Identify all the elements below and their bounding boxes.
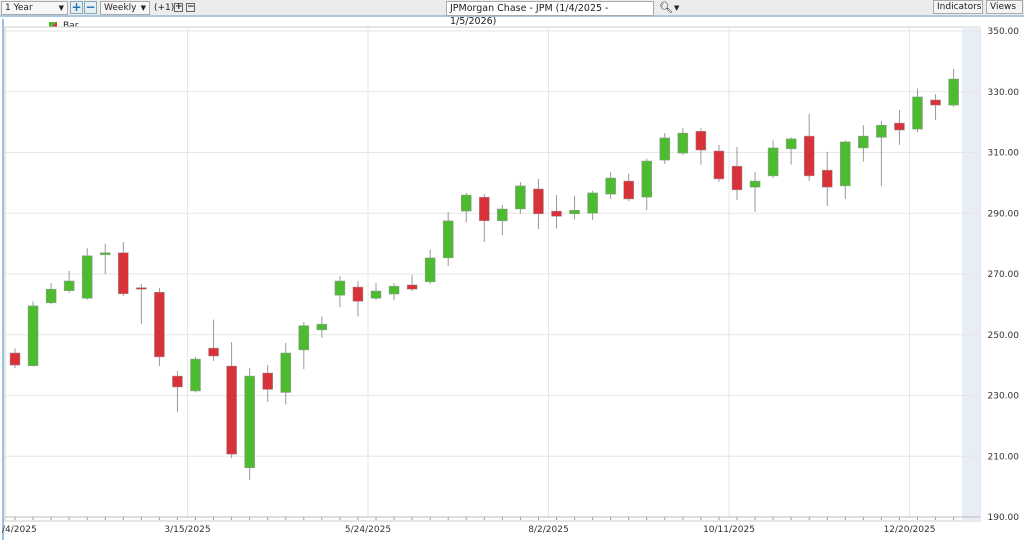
candle-body: [785, 138, 797, 150]
y-tick-label: 330.00: [988, 88, 1020, 98]
interval-value: Weekly: [104, 3, 137, 13]
candle-body: [190, 358, 201, 392]
y-tick-label: 310.00: [988, 149, 1020, 159]
candle-body: [63, 280, 75, 291]
candle-body: [803, 135, 815, 177]
chevron-down-icon: ▼: [140, 4, 146, 12]
chevron-down-icon: ▼: [58, 4, 64, 12]
candle-body: [352, 286, 364, 302]
candle-body: [81, 255, 93, 299]
candle-body: [587, 192, 598, 214]
candle-body: [45, 288, 57, 304]
candle-body: [406, 284, 418, 290]
y-tick-label: 250.00: [988, 331, 1020, 341]
indicators-button[interactable]: Indicators: [933, 0, 983, 14]
x-tick-label: 8/2/2025: [528, 525, 568, 535]
candle-body: [515, 185, 526, 210]
offset-plus-button[interactable]: +: [174, 3, 183, 12]
search-icon[interactable]: 🔍︎: [659, 1, 673, 14]
candle-body: [623, 180, 634, 200]
x-tick-label: 3/15/2025: [164, 525, 210, 535]
candle-body: [442, 220, 454, 259]
price-chart[interactable]: 350.00 330.00 310.00 290.00 270.00 250.00 230.…: [0, 19, 1024, 540]
zoom-out-button[interactable]: −: [84, 1, 97, 14]
offset-label: (+1): [154, 3, 175, 13]
candle-body: [713, 150, 725, 180]
candle-body: [388, 285, 400, 295]
candle-body: [551, 210, 562, 217]
offset-minus-button[interactable]: −: [186, 3, 195, 12]
candle-body: [100, 252, 111, 256]
candle-body: [208, 347, 219, 357]
candle-body: [840, 141, 851, 187]
candle-body: [136, 287, 147, 290]
candle-body: [424, 257, 436, 283]
candle-body: [731, 165, 743, 191]
candle-body: [9, 352, 21, 366]
indicators-label: Indicators: [937, 2, 982, 12]
candle-body: [677, 132, 689, 154]
candle-body: [461, 194, 472, 212]
candle-body: [118, 252, 129, 294]
interval-select[interactable]: Weekly ▼: [100, 1, 150, 15]
candle-body: [876, 124, 887, 138]
candle-body: [280, 352, 291, 393]
candle-body: [262, 372, 273, 390]
views-label: Views: [990, 2, 1017, 12]
candle-body: [172, 375, 183, 388]
candle-body: [154, 291, 165, 358]
y-tick-label: 190.00: [988, 513, 1020, 523]
candle-body: [479, 196, 490, 222]
candle-body: [497, 208, 508, 222]
candle-body: [894, 122, 905, 131]
x-tick-label: /4/2025: [2, 525, 37, 535]
y-tick-label: 210.00: [988, 452, 1020, 462]
candle-body: [605, 177, 616, 195]
candle-body: [533, 188, 544, 215]
symbol-input[interactable]: JPMorgan Chase - JPM (1/4/2025 - 1/5/202…: [446, 1, 654, 27]
candle-body: [27, 305, 39, 366]
candle-body: [298, 325, 310, 351]
candle-body: [930, 99, 941, 106]
candle-body: [370, 290, 382, 299]
candle-body: [749, 180, 761, 188]
range-value: 1 Year: [5, 3, 33, 13]
x-tick-label: 5/24/2025: [345, 525, 391, 535]
candle-body: [334, 280, 346, 296]
y-tick-label: 350.00: [988, 27, 1020, 37]
x-tick-label: 10/11/2025: [703, 525, 755, 535]
candle-body: [858, 135, 869, 149]
toolbar: 1 Year ▼ + − Weekly ▼ (+1) + − JPMorgan Ch…: [0, 0, 1024, 27]
candle-body: [226, 365, 237, 455]
range-select[interactable]: 1 Year ▼: [1, 1, 68, 15]
candle-body: [569, 209, 580, 215]
candle-body: [316, 323, 328, 331]
x-tick-label: 12/20/2025: [884, 525, 936, 535]
candle-body: [659, 137, 671, 161]
candle-body: [822, 169, 833, 188]
y-tick-label: 270.00: [988, 270, 1020, 280]
candle-body: [948, 78, 959, 106]
y-tick-label: 230.00: [988, 392, 1020, 402]
candle-body: [641, 160, 652, 198]
zoom-in-button[interactable]: +: [70, 1, 83, 14]
views-button[interactable]: Views: [986, 0, 1023, 14]
candle-body: [244, 375, 255, 469]
search-dropdown-icon[interactable]: ▼: [674, 4, 679, 12]
candle-body: [912, 96, 923, 130]
candle-body: [695, 130, 707, 151]
y-tick-label: 290.00: [988, 209, 1020, 219]
candle-body: [767, 147, 779, 177]
